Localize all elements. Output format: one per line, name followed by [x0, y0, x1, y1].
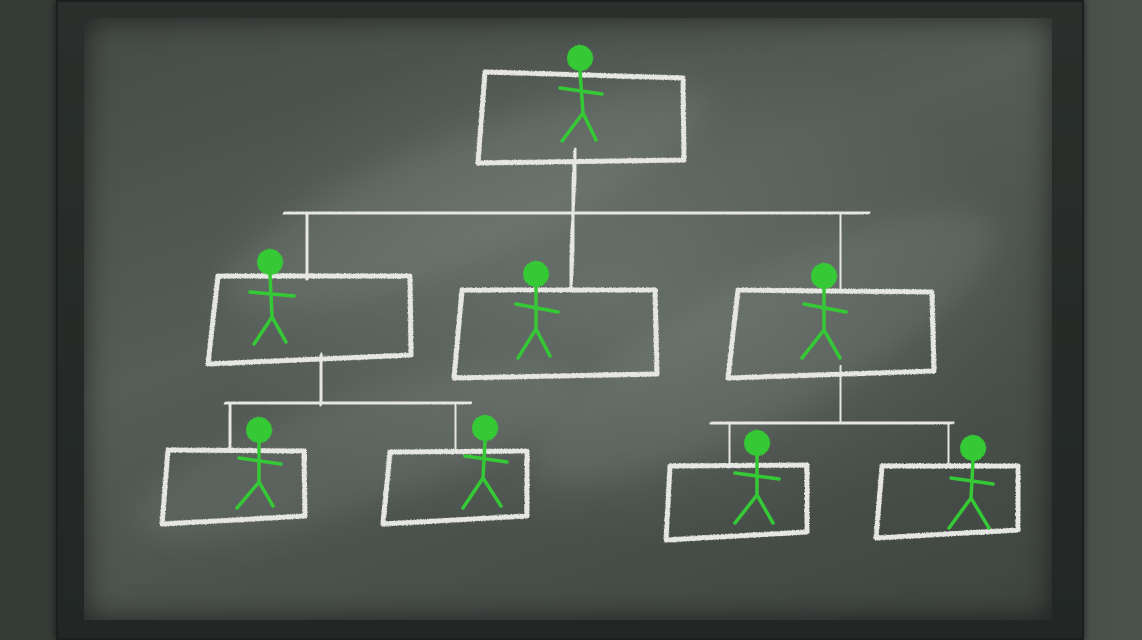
person-figure-top — [558, 45, 604, 143]
connector-right-child-a — [726, 422, 733, 469]
connector-to-right-box — [837, 211, 844, 293]
connector-right-child-b — [945, 421, 952, 469]
connector-left-child-a — [226, 402, 234, 453]
connector-left-down — [317, 352, 325, 407]
person-figure-level3-1 — [235, 417, 283, 510]
connector-level2-bar — [282, 209, 871, 217]
person-figure-level2-left — [248, 249, 296, 346]
person-figure-level2-center — [514, 261, 560, 360]
connector-right-bar — [709, 419, 955, 427]
person-figure-level3-2 — [461, 415, 509, 510]
org-box-level3-3 — [663, 462, 810, 543]
connector-left-child-b — [452, 401, 459, 453]
org-box-level2-right — [725, 287, 937, 381]
connector-to-center-box — [567, 211, 577, 291]
person-figure-level3-3 — [733, 430, 781, 525]
org-box-level3-4 — [873, 463, 1021, 541]
connector-lines — [223, 147, 955, 469]
person-figure-level3-4 — [947, 435, 995, 530]
org-boxes — [159, 69, 1021, 543]
org-chart-diagram — [159, 45, 1021, 543]
org-box-level2-center — [451, 287, 660, 381]
org-box-level2-left — [205, 273, 414, 367]
connector-to-left-box — [303, 213, 311, 281]
blackboard-photo — [0, 0, 1142, 640]
org-box-level3-1 — [159, 447, 308, 527]
stick-figures — [235, 45, 995, 530]
connector-left-bar — [223, 399, 473, 407]
